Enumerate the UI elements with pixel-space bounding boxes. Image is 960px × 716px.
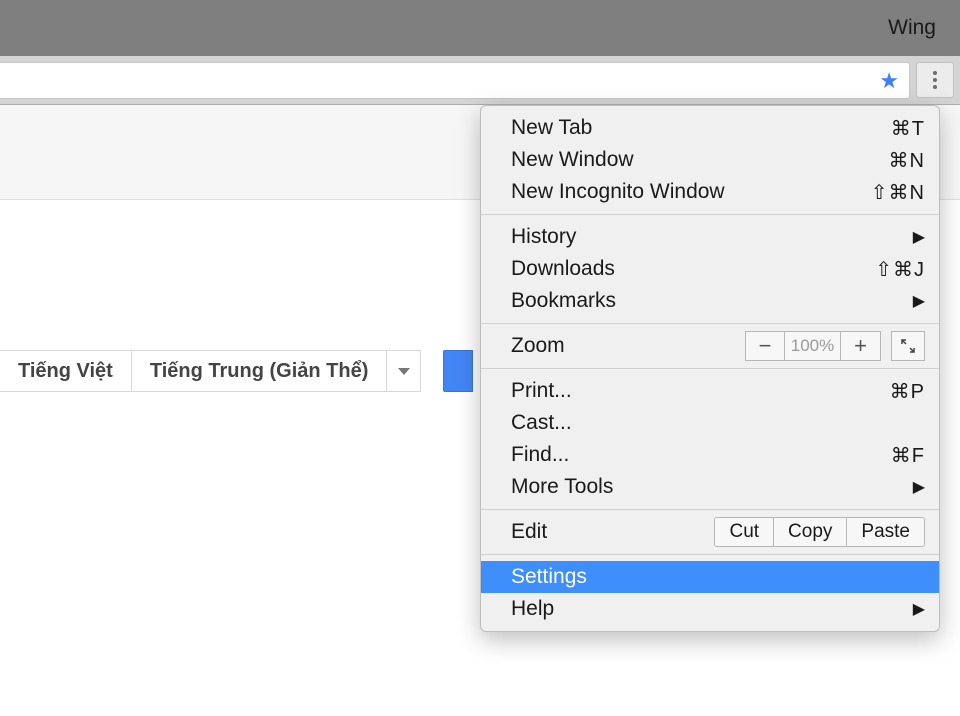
- chrome-menu-button[interactable]: [916, 62, 954, 98]
- edit-buttons: Cut Copy Paste: [714, 517, 925, 547]
- chrome-menu: New Tab ⌘T New Window ⌘N New Incognito W…: [480, 105, 940, 632]
- menu-item-shortcut: ⌘T: [891, 116, 925, 141]
- menu-item-print[interactable]: Print... ⌘P: [481, 375, 939, 407]
- menu-item-label: History: [511, 225, 907, 249]
- lang-dropdown-button[interactable]: [387, 350, 421, 392]
- menu-separator: [481, 554, 939, 555]
- menu-item-shortcut: ⌘N: [889, 148, 925, 173]
- menu-separator: [481, 323, 939, 324]
- window-titlebar: Wing: [0, 0, 960, 56]
- menu-item-edit: Edit Cut Copy Paste: [481, 516, 939, 548]
- menu-item-label: Print...: [511, 379, 890, 403]
- edit-copy-button[interactable]: Copy: [773, 518, 846, 546]
- menu-item-settings[interactable]: Settings: [481, 561, 939, 593]
- menu-item-label: New Incognito Window: [511, 180, 871, 204]
- menu-item-help[interactable]: Help ▶: [481, 593, 939, 625]
- bookmark-star-icon[interactable]: ★: [879, 70, 899, 92]
- menu-item-label: New Window: [511, 148, 889, 172]
- menu-separator: [481, 368, 939, 369]
- zoom-value: 100%: [785, 331, 841, 361]
- menu-item-label: Downloads: [511, 257, 875, 281]
- fullscreen-icon: [900, 338, 916, 354]
- lang-tab-label: Tiếng Việt: [18, 360, 113, 383]
- window-title: Wing: [888, 16, 936, 40]
- menu-separator: [481, 509, 939, 510]
- menu-item-shortcut: ⌘F: [891, 443, 925, 468]
- zoom-controls: − 100% +: [745, 331, 881, 361]
- menu-item-downloads[interactable]: Downloads ⇧⌘J: [481, 253, 939, 285]
- vertical-dots-icon: [933, 71, 937, 89]
- menu-item-new-tab[interactable]: New Tab ⌘T: [481, 112, 939, 144]
- browser-toolbar: ★: [0, 56, 960, 105]
- lang-tab-chinese-simplified[interactable]: Tiếng Trung (Giản Thể): [132, 350, 388, 392]
- menu-item-label: Find...: [511, 443, 891, 467]
- edit-cut-button[interactable]: Cut: [715, 518, 773, 546]
- menu-item-find[interactable]: Find... ⌘F: [481, 439, 939, 471]
- menu-item-label: More Tools: [511, 475, 907, 499]
- zoom-out-button[interactable]: −: [745, 331, 785, 361]
- edit-paste-button[interactable]: Paste: [846, 518, 924, 546]
- submenu-arrow-icon: ▶: [913, 291, 925, 311]
- zoom-in-button[interactable]: +: [841, 331, 881, 361]
- menu-item-label: Edit: [511, 520, 714, 544]
- submenu-arrow-icon: ▶: [913, 477, 925, 497]
- menu-item-new-window[interactable]: New Window ⌘N: [481, 144, 939, 176]
- menu-item-zoom: Zoom − 100% +: [481, 330, 939, 362]
- lang-tab-label: Tiếng Trung (Giản Thể): [150, 360, 369, 383]
- menu-item-label: Cast...: [511, 411, 925, 435]
- menu-item-shortcut: ⇧⌘J: [875, 257, 925, 282]
- menu-item-label: Zoom: [511, 334, 745, 358]
- submenu-arrow-icon: ▶: [913, 227, 925, 247]
- menu-item-history[interactable]: History ▶: [481, 221, 939, 253]
- fullscreen-button[interactable]: [891, 331, 925, 361]
- menu-item-label: Bookmarks: [511, 289, 907, 313]
- menu-item-bookmarks[interactable]: Bookmarks ▶: [481, 285, 939, 317]
- address-bar[interactable]: ★: [0, 62, 910, 99]
- translate-button[interactable]: [443, 350, 473, 392]
- menu-item-label: Help: [511, 597, 907, 621]
- menu-item-label: Settings: [511, 565, 925, 589]
- menu-item-cast[interactable]: Cast...: [481, 407, 939, 439]
- menu-item-more-tools[interactable]: More Tools ▶: [481, 471, 939, 503]
- menu-item-label: New Tab: [511, 116, 891, 140]
- lang-tab-vietnamese[interactable]: Tiếng Việt: [0, 350, 132, 392]
- menu-separator: [481, 214, 939, 215]
- chevron-down-icon: [398, 368, 410, 375]
- menu-item-shortcut: ⌘P: [890, 379, 925, 404]
- language-tabs: Tiếng Việt Tiếng Trung (Giản Thể): [0, 350, 473, 392]
- menu-item-shortcut: ⇧⌘N: [871, 180, 925, 205]
- submenu-arrow-icon: ▶: [913, 599, 925, 619]
- menu-item-new-incognito[interactable]: New Incognito Window ⇧⌘N: [481, 176, 939, 208]
